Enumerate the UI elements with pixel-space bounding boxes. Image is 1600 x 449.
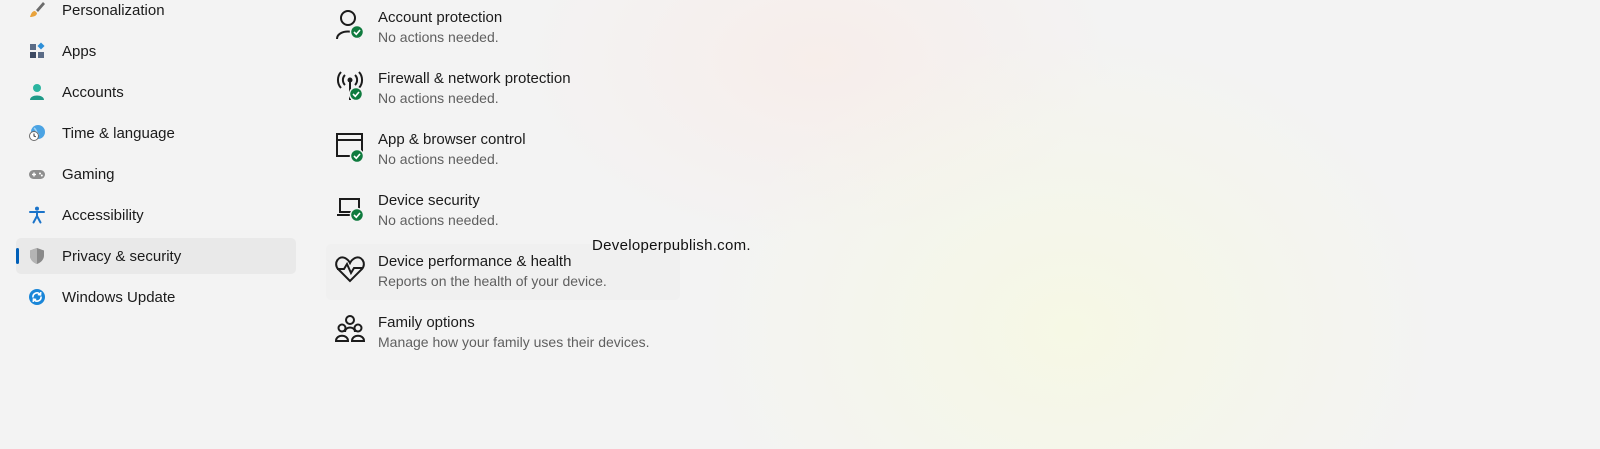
area-firewall-network-protection[interactable]: Firewall & network protection No actions… — [326, 61, 680, 117]
shield-icon — [30, 248, 44, 264]
area-family-options[interactable]: Family options Manage how your family us… — [326, 305, 680, 361]
sidebar-item-apps[interactable]: Apps — [16, 33, 296, 69]
sidebar-item-label: Accounts — [62, 84, 124, 101]
sidebar-item-windows-update[interactable]: Windows Update — [16, 279, 296, 315]
antenna-check-icon — [337, 71, 364, 102]
area-title: Device security — [378, 192, 480, 209]
area-device-security[interactable]: Device security No actions needed. — [326, 183, 680, 239]
sidebar-item-label: Gaming — [62, 166, 115, 183]
area-title: Family options — [378, 314, 475, 331]
area-subtitle: No actions needed. — [378, 29, 499, 45]
accessibility-icon — [29, 206, 45, 224]
watermark-text: Developerpublish.com. — [592, 237, 751, 254]
area-subtitle: No actions needed. — [378, 151, 499, 167]
refresh-icon — [29, 289, 45, 305]
sidebar-item-privacy-security[interactable]: Privacy & security — [16, 238, 296, 274]
area-account-protection[interactable]: Account protection No actions needed. — [326, 0, 680, 56]
person-icon — [30, 84, 44, 100]
apps-icon — [30, 42, 45, 58]
family-icon — [334, 315, 366, 342]
sidebar-item-accounts[interactable]: Accounts — [16, 74, 296, 110]
sidebar-item-label: Time & language — [62, 125, 175, 142]
area-subtitle: Reports on the health of your device. — [378, 273, 607, 289]
area-title: Device performance & health — [378, 253, 572, 270]
area-title: App & browser control — [378, 131, 526, 148]
heart-pulse-icon — [335, 256, 365, 283]
browser-window-check-icon — [336, 133, 365, 164]
sidebar-item-label: Windows Update — [62, 289, 176, 306]
sidebar-item-label: Privacy & security — [62, 248, 182, 265]
sidebar-item-accessibility[interactable]: Accessibility — [16, 197, 296, 233]
sidebar-item-personalization[interactable]: Personalization — [16, 0, 296, 28]
sidebar-item-label: Personalization — [62, 2, 165, 19]
area-subtitle: No actions needed. — [378, 90, 499, 106]
sidebar-item-label: Apps — [62, 43, 97, 60]
paintbrush-icon — [30, 2, 45, 17]
globe-clock-icon — [29, 125, 45, 141]
selection-indicator — [16, 248, 19, 264]
area-title: Firewall & network protection — [378, 70, 571, 87]
area-title: Account protection — [378, 9, 503, 26]
person-check-icon — [336, 10, 365, 40]
area-subtitle: No actions needed. — [378, 212, 499, 228]
laptop-check-icon — [337, 198, 365, 223]
sidebar-item-time-language[interactable]: Time & language — [16, 115, 296, 151]
sidebar-item-label: Accessibility — [62, 207, 144, 224]
area-app-browser-control[interactable]: App & browser control No actions needed. — [326, 122, 680, 178]
area-subtitle: Manage how your family uses their device… — [378, 334, 650, 350]
gamepad-icon — [29, 170, 45, 179]
sidebar-item-gaming[interactable]: Gaming — [16, 156, 296, 192]
